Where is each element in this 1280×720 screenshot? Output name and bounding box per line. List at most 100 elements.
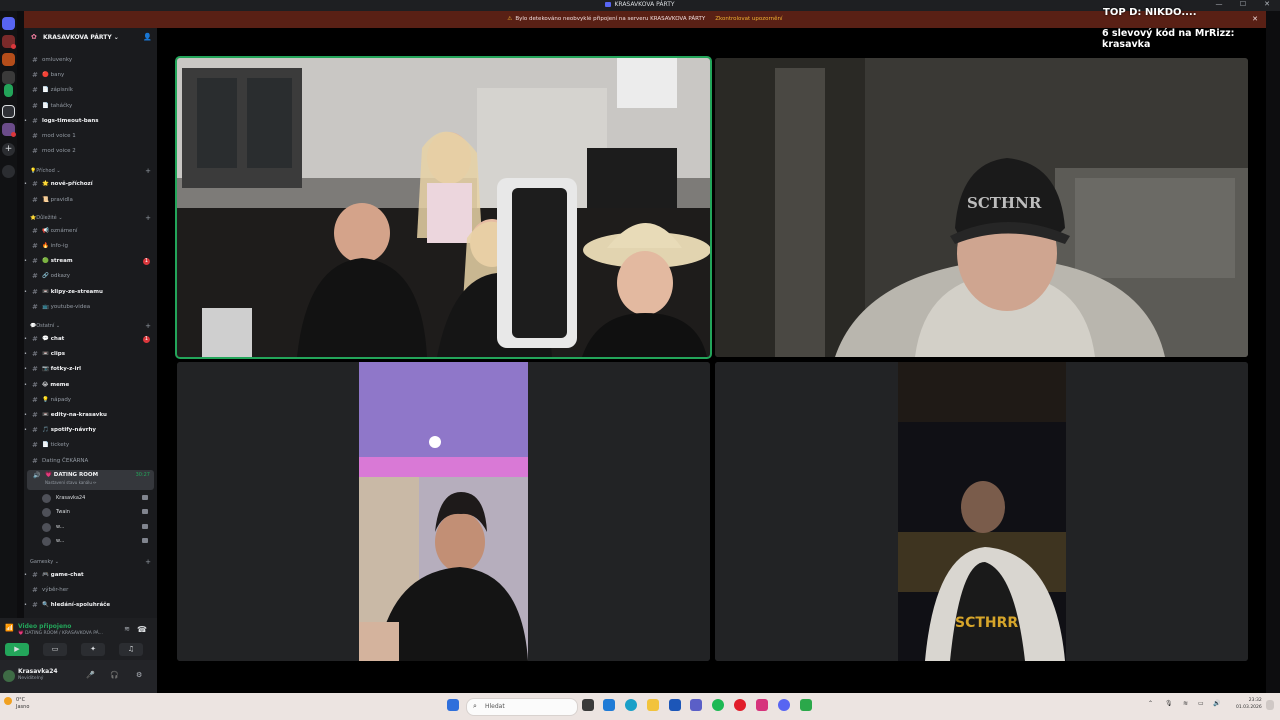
video-tile[interactable] (175, 56, 712, 359)
spotify-icon[interactable] (712, 699, 724, 711)
voice-user[interactable]: Twain (42, 507, 154, 519)
channel-category[interactable]: 💡Příchod ⌄ + (30, 167, 155, 178)
channel-item[interactable]: • # 🟢 stream 1 (24, 256, 157, 268)
video-tile[interactable] (177, 362, 710, 661)
active-voice-channel[interactable]: 🔊 💗 DATING ROOM Nastavení stavu kanálu ✏ 30… (27, 469, 154, 490)
file-explorer-icon[interactable] (647, 699, 659, 711)
channel-item[interactable]: # 🔗 odkazy (24, 271, 157, 283)
channel-item[interactable]: • # 📼 clips (24, 349, 157, 361)
headphones-icon[interactable]: 🎧 (110, 671, 119, 679)
server-icon[interactable] (2, 71, 15, 84)
channel-item[interactable]: • # 📼 klipy-ze-streamu (24, 287, 157, 299)
channel-item[interactable]: • # 🎵 spotify-návrhy (24, 425, 157, 437)
channel-item[interactable]: # Dating ČEKÁRNA (24, 456, 157, 468)
store-icon[interactable] (669, 699, 681, 711)
channel-item[interactable]: • # 💬 chat 1 (24, 334, 157, 346)
gear-icon[interactable]: ⚙ (136, 671, 142, 679)
avatar (42, 493, 51, 503)
screen-share-button[interactable]: ▭ (43, 643, 67, 656)
channel-category[interactable]: ⭐Důležité ⌄ + (30, 214, 155, 225)
camera-button[interactable]: ▶ (5, 643, 29, 656)
server-icon[interactable] (2, 123, 16, 137)
channel-item[interactable]: # mod voice 1 (24, 131, 157, 143)
channel-item[interactable]: # 📺 youtube-videa (24, 302, 157, 314)
channel-item[interactable]: # 📄 taháčky (24, 101, 157, 113)
channel-label: omluvenky (42, 57, 73, 63)
add-channel-icon[interactable]: + (145, 322, 151, 330)
username[interactable]: Krasavka24 (18, 668, 58, 675)
volume-icon[interactable]: 🔊 (1213, 700, 1220, 707)
teams-icon[interactable] (690, 699, 702, 711)
voice-channel-status[interactable]: Nastavení stavu kanálu ✏ (45, 480, 97, 485)
notifications-icon[interactable] (1266, 700, 1274, 710)
channel-item[interactable]: # 📢 oznámení (24, 226, 157, 238)
taskbar-search[interactable]: ⌕ Hledat (466, 698, 578, 716)
microphone-tray-icon[interactable]: 🎙 (1165, 700, 1173, 707)
channel-item[interactable]: # 📜 pravidla (24, 195, 157, 207)
channel-item[interactable]: • # 🔍 hledání-spoluhráče (24, 600, 157, 612)
maximize-button[interactable]: ☐ (1238, 0, 1248, 8)
server-icon[interactable] (2, 53, 15, 66)
channel-item[interactable]: # 📄 zápisník (24, 85, 157, 97)
add-channel-icon[interactable]: + (145, 214, 151, 222)
server-header[interactable]: ✿ KRASAVKOVA PÁRTY ⌄ 👤 (24, 28, 157, 48)
channel-item[interactable]: • # 😂 meme (24, 380, 157, 392)
add-server-icon[interactable]: + (2, 143, 15, 156)
outlook-icon[interactable] (603, 699, 615, 711)
voice-location[interactable]: 💗 DATING ROOM / KRASAVKOVA PÁ... (18, 631, 103, 636)
weather-widget[interactable]: 0°C Jasno (4, 697, 29, 710)
channel-item[interactable]: # 💡 nápady (24, 395, 157, 407)
voice-connected-label[interactable]: Video připojeno (18, 623, 71, 630)
channel-item[interactable]: # výběr-her (24, 585, 157, 597)
microphone-icon[interactable]: 🎤 (86, 671, 95, 679)
home-icon[interactable] (2, 17, 15, 30)
display-icon[interactable]: ▭ (1198, 700, 1204, 707)
channel-item[interactable]: • # 📷 fotky-z-irl (24, 364, 157, 376)
server-icon[interactable] (2, 105, 15, 118)
channel-category[interactable]: 💬Ostatní ⌄ + (30, 322, 155, 333)
task-view-icon[interactable] (582, 699, 594, 711)
close-window-button[interactable]: ✕ (1262, 0, 1272, 8)
wifi-icon[interactable]: ≋ (1183, 700, 1188, 707)
channel-item[interactable]: # 📄 tickety (24, 440, 157, 452)
noise-suppression-icon[interactable]: ≋ (124, 625, 130, 633)
channel-item[interactable]: • # 🌟 nově-příchozí (24, 179, 157, 191)
disconnect-icon[interactable]: ☎ (137, 625, 147, 634)
instagram-icon[interactable] (756, 699, 768, 711)
server-icon[interactable] (2, 35, 16, 49)
channel-item[interactable]: # 🔥 info-ig (24, 241, 157, 253)
channel-item[interactable]: • # 📼 edity-na-krasavku (24, 410, 157, 422)
user-status: Neviditelný (18, 676, 44, 681)
channel-item[interactable]: • # logs-timeout-bans (24, 116, 157, 128)
category-label: 💡Příchod ⌄ (30, 168, 61, 175)
add-channel-icon[interactable]: + (145, 167, 151, 175)
video-tile[interactable]: SCTHNR (715, 58, 1248, 357)
channel-item[interactable]: # omluvenky (24, 55, 157, 67)
voice-user[interactable]: w... (42, 522, 154, 534)
voice-user[interactable]: w... (42, 536, 154, 548)
avatar[interactable] (3, 670, 15, 682)
activities-button[interactable]: ✦ (81, 643, 105, 656)
channel-item[interactable]: # mod voice 2 (24, 146, 157, 158)
discord-taskbar-icon[interactable] (778, 699, 790, 711)
tray-chevron-icon[interactable]: ⌃ (1148, 700, 1153, 707)
windows-start-icon[interactable] (447, 699, 459, 711)
discover-icon[interactable] (2, 165, 15, 178)
voice-user[interactable]: Krasavka24 (42, 493, 154, 505)
hash-icon: # (32, 195, 38, 204)
invite-icon[interactable]: 👤 (143, 33, 152, 41)
server-icon[interactable] (4, 84, 13, 97)
banner-action-link[interactable]: Zkontrolovat upozornění (715, 16, 782, 22)
taskbar-clock[interactable]: 23:32 01.03.2026 (1236, 697, 1262, 711)
channel-category[interactable]: Gamesky ⌄ + (30, 558, 155, 569)
channel-item[interactable]: # 🔴 bany (24, 70, 157, 82)
app-icon[interactable] (800, 699, 812, 711)
close-icon[interactable]: ✕ (1252, 15, 1258, 23)
opera-icon[interactable] (734, 699, 746, 711)
video-tile[interactable]: SCTHRR (715, 362, 1248, 661)
add-channel-icon[interactable]: + (145, 558, 151, 566)
soundboard-button[interactable]: ♫ (119, 643, 143, 656)
minimize-button[interactable]: — (1214, 0, 1224, 8)
channel-item[interactable]: • # 🎮 game-chat (24, 570, 157, 582)
edge-icon[interactable] (625, 699, 637, 711)
